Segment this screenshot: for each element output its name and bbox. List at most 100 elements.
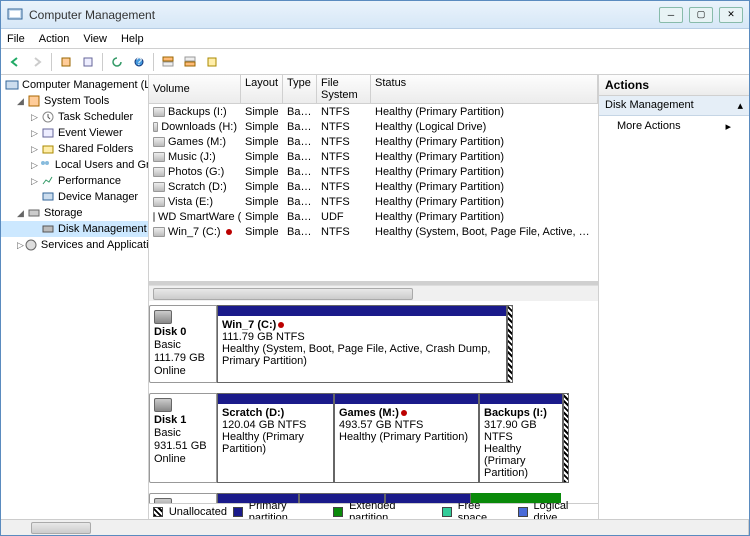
volume-type: Basic xyxy=(283,151,317,163)
volume-name: Games (M:) xyxy=(168,136,226,148)
col-type[interactable]: Type xyxy=(283,75,317,103)
tree-scrollbar[interactable] xyxy=(1,519,749,535)
volume-status: Healthy (Primary Partition) xyxy=(371,166,598,178)
tree-device-manager[interactable]: Device Manager xyxy=(1,189,148,205)
tree-local-users[interactable]: ▷Local Users and Groups xyxy=(1,157,148,173)
partition-block[interactable]: Games (M:) 493.57 GB NTFS Healthy (Prima… xyxy=(334,393,479,483)
partition-color-bar xyxy=(386,494,470,503)
volume-row[interactable]: WD SmartWare (F:) Simple Basic UDF Healt… xyxy=(149,209,598,224)
drive-icon xyxy=(153,107,165,117)
up-button[interactable] xyxy=(56,52,76,72)
tree-disk-management[interactable]: Disk Management xyxy=(1,221,148,237)
volume-layout: Simple xyxy=(241,211,283,223)
menu-help[interactable]: Help xyxy=(121,33,144,45)
collapse-icon: ▴ xyxy=(737,99,743,112)
tree-system-tools[interactable]: ◢System Tools xyxy=(1,93,148,109)
toolbar-divider xyxy=(102,53,103,71)
volume-layout: Simple xyxy=(241,106,283,118)
menu-file[interactable]: File xyxy=(7,33,25,45)
close-button[interactable]: ✕ xyxy=(719,7,743,23)
refresh-button[interactable] xyxy=(107,52,127,72)
col-layout[interactable]: Layout xyxy=(241,75,283,103)
disk-row[interactable]: Disk 2 Basic 698.64 GB Online Vista (E:)… xyxy=(149,493,598,503)
disk-header[interactable]: Disk 1 Basic 931.51 GB Online xyxy=(149,393,217,483)
tree-label: Disk Management xyxy=(58,223,147,235)
tree-shared-folders[interactable]: ▷Shared Folders xyxy=(1,141,148,157)
partition-label: Win_7 (C:) xyxy=(222,319,276,331)
volume-fs: NTFS xyxy=(317,106,371,118)
help-button[interactable]: ? xyxy=(129,52,149,72)
volume-row[interactable]: Music (J:) Simple Basic NTFS Healthy (Pr… xyxy=(149,149,598,164)
disk-graphical-view[interactable]: Disk 0 Basic 111.79 GB Online Win_7 (C:)… xyxy=(149,301,598,503)
view-top-button[interactable] xyxy=(158,52,178,72)
disk-header[interactable]: Disk 0 Basic 111.79 GB Online xyxy=(149,305,217,383)
disk-row[interactable]: Disk 1 Basic 931.51 GB Online Scratch (D… xyxy=(149,393,598,483)
col-filesystem[interactable]: File System xyxy=(317,75,371,103)
disk-partitions: Vista (E:) 120.00 GB NTFS Healthy (Prima… xyxy=(217,493,598,503)
toolbar-divider xyxy=(153,53,154,71)
nav-tree[interactable]: Computer Management (Local ◢System Tools… xyxy=(1,75,149,519)
tree-services-apps[interactable]: ▷Services and Applications xyxy=(1,237,148,253)
volume-name: Backups (I:) xyxy=(168,106,227,118)
back-button[interactable] xyxy=(5,52,25,72)
volume-row[interactable]: Games (M:) Simple Basic NTFS Healthy (Pr… xyxy=(149,134,598,149)
volume-fs: NTFS xyxy=(317,166,371,178)
disk-name: Disk 0 xyxy=(154,326,186,338)
menu-action[interactable]: Action xyxy=(39,33,70,45)
partition-label: Games (M:) xyxy=(339,407,399,419)
volume-row[interactable]: Win_7 (C:) Simple Basic NTFS Healthy (Sy… xyxy=(149,224,598,239)
tree-task-scheduler[interactable]: ▷Task Scheduler xyxy=(1,109,148,125)
partition-block[interactable]: Backups (I:) 317.90 GB NTFS Healthy (Pri… xyxy=(479,393,563,483)
volume-scrollbar[interactable] xyxy=(149,285,598,301)
volume-fs: NTFS xyxy=(317,196,371,208)
volume-row[interactable]: Photos (G:) Simple Basic NTFS Healthy (P… xyxy=(149,164,598,179)
volume-list[interactable]: Volume Layout Type File System Status Ba… xyxy=(149,75,598,285)
more-actions[interactable]: More Actions▸ xyxy=(599,116,749,137)
volume-row[interactable]: Vista (E:) Simple Basic NTFS Healthy (Pr… xyxy=(149,194,598,209)
swatch-unallocated xyxy=(153,507,163,517)
forward-button[interactable] xyxy=(27,52,47,72)
drive-icon xyxy=(153,197,165,207)
volume-layout: Simple xyxy=(241,121,283,133)
maximize-button[interactable]: ▢ xyxy=(689,7,713,23)
volume-status: Healthy (Primary Partition) xyxy=(371,211,598,223)
volume-layout: Simple xyxy=(241,166,283,178)
volume-row[interactable]: Downloads (H:) Simple Basic NTFS Healthy… xyxy=(149,119,598,134)
tree-event-viewer[interactable]: ▷Event Viewer xyxy=(1,125,148,141)
partition-block[interactable]: Vista (E:) 120.00 GB NTFS Healthy (Prima… xyxy=(217,493,299,503)
volume-name: Scratch (D:) xyxy=(168,181,227,193)
partition-block[interactable]: Photos (G:) 200.00 GB NTFS Healthy (Acti… xyxy=(299,493,385,503)
actions-section[interactable]: Disk Management▴ xyxy=(599,96,749,116)
col-status[interactable]: Status xyxy=(371,75,598,103)
partition-block[interactable]: Scratch (D:) 120.04 GB NTFS Healthy (Pri… xyxy=(217,393,334,483)
view-bottom-button[interactable] xyxy=(180,52,200,72)
tree-root[interactable]: Computer Management (Local xyxy=(1,77,148,93)
properties-button[interactable] xyxy=(78,52,98,72)
settings-button[interactable] xyxy=(202,52,222,72)
partition-label: Backups (I:) xyxy=(484,407,547,419)
partition-status: Healthy (System, Boot, Page File, Active… xyxy=(222,343,490,367)
titlebar: Computer Management ─ ▢ ✕ xyxy=(1,1,749,29)
unallocated-block[interactable] xyxy=(563,393,569,483)
tree-storage[interactable]: ◢Storage xyxy=(1,205,148,221)
disk-state: Online xyxy=(154,365,186,377)
disk-name: Disk 1 xyxy=(154,414,186,426)
minimize-button[interactable]: ─ xyxy=(659,7,683,23)
disk-state: Online xyxy=(154,453,186,465)
disk-header[interactable]: Disk 2 Basic 698.64 GB Online xyxy=(149,493,217,503)
partition-color-bar xyxy=(335,394,478,404)
drive-icon xyxy=(153,182,165,192)
unallocated-block[interactable] xyxy=(507,305,513,383)
partition-block[interactable]: Win_7 (C:) 111.79 GB NTFS Healthy (Syste… xyxy=(217,305,507,383)
menu-view[interactable]: View xyxy=(83,33,107,45)
partition-block[interactable]: Downloads (H:) 178.63 GB NTFS Healthy (L… xyxy=(471,493,561,503)
partition-block[interactable]: Music (J:) 200.00 GB NTFS Healthy (Prima… xyxy=(385,493,471,503)
disk-row[interactable]: Disk 0 Basic 111.79 GB Online Win_7 (C:)… xyxy=(149,305,598,383)
tree-performance[interactable]: ▷Performance xyxy=(1,173,148,189)
volume-row[interactable]: Backups (I:) Simple Basic NTFS Healthy (… xyxy=(149,104,598,119)
menubar: File Action View Help xyxy=(1,29,749,49)
partition-label: Scratch (D:) xyxy=(222,407,284,419)
col-volume[interactable]: Volume xyxy=(149,75,241,103)
swatch-extended xyxy=(333,507,343,517)
volume-row[interactable]: Scratch (D:) Simple Basic NTFS Healthy (… xyxy=(149,179,598,194)
